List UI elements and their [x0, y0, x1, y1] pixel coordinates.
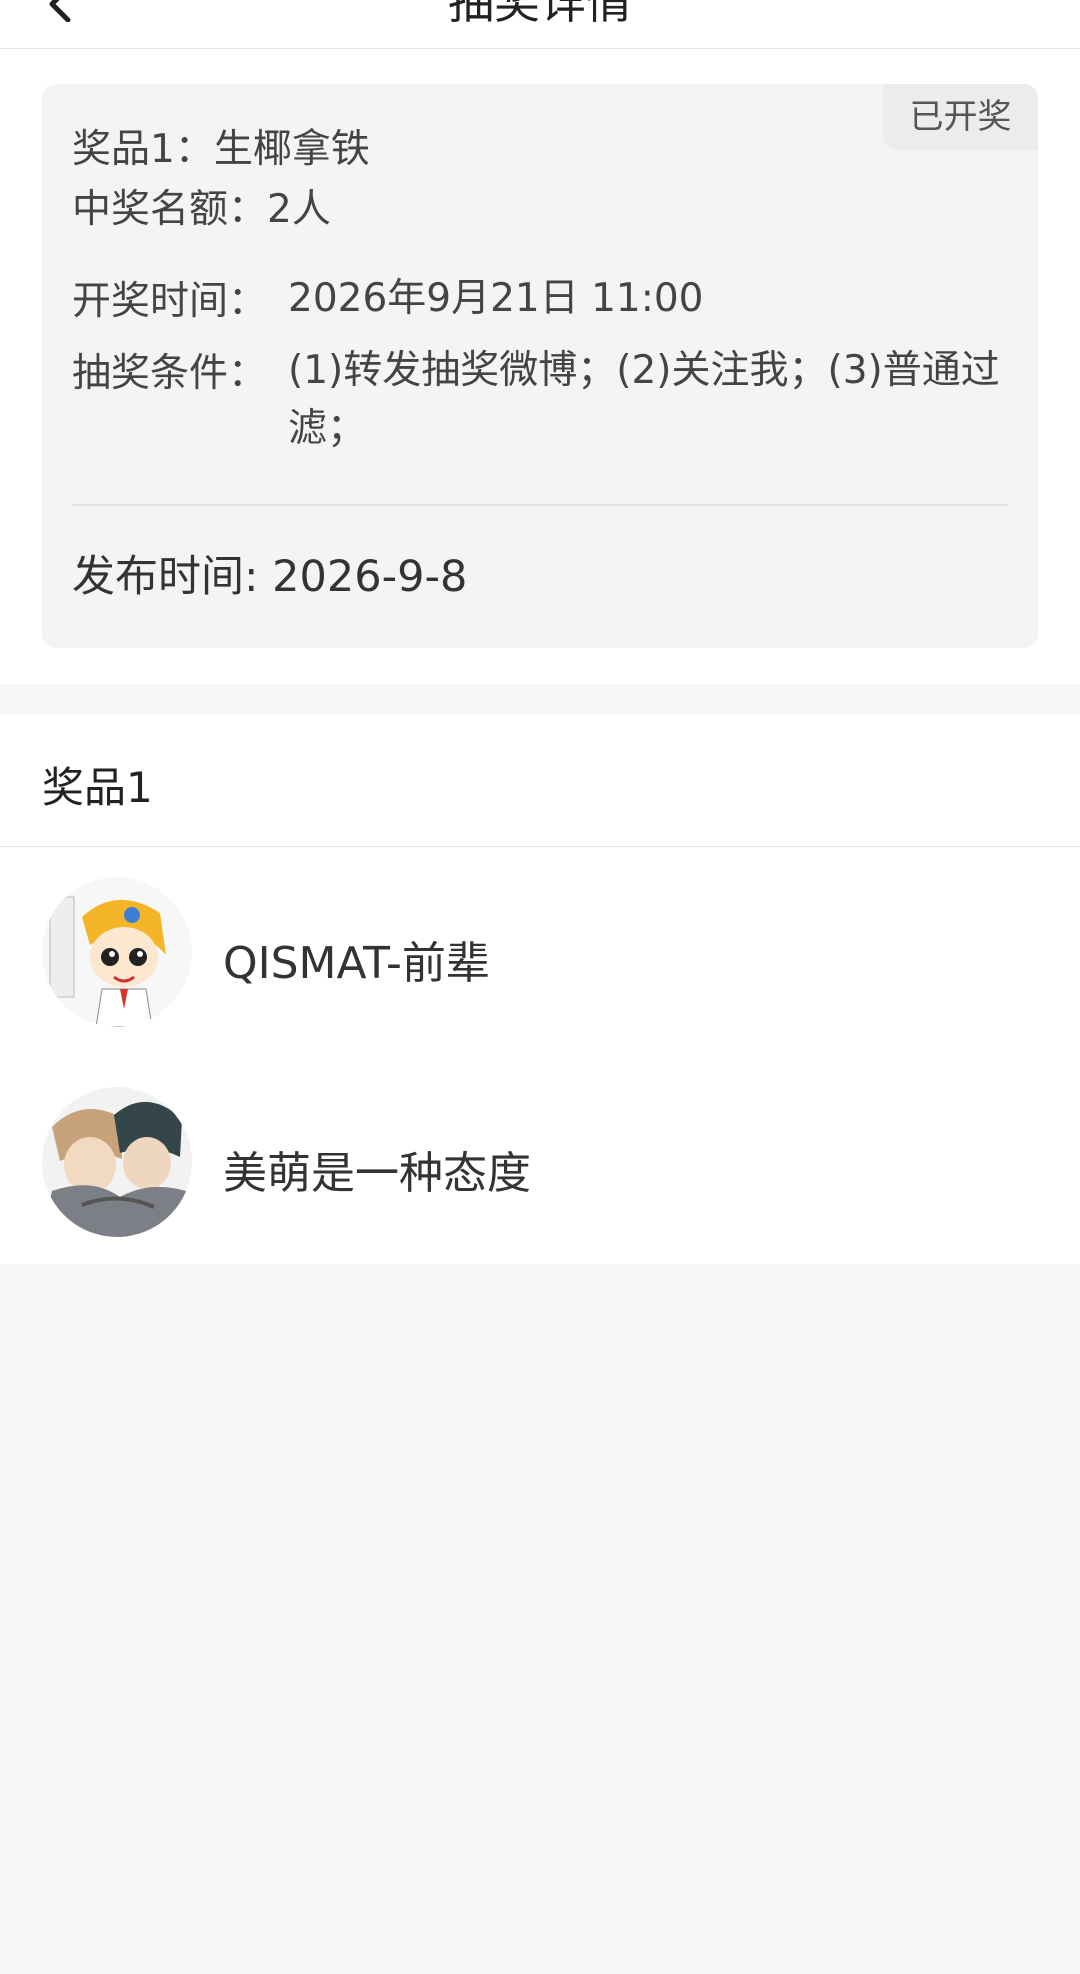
winner-name[interactable]: 美萌是一种态度 — [223, 1137, 531, 1201]
section-title: 奖品1 — [42, 763, 153, 812]
winner-name[interactable]: QISMAT-前辈 — [223, 927, 490, 991]
winner-item[interactable]: 美萌是一种态度 — [0, 1087, 1080, 1247]
conditions-label: 抽奖条件： — [72, 351, 268, 396]
prize-line: 奖品1：生椰拿铁 — [72, 127, 370, 172]
draw-time-label: 开奖时间： — [72, 279, 268, 324]
status-badge: 已开奖 — [883, 84, 1038, 150]
avatar[interactable] — [42, 1087, 192, 1237]
avatar[interactable] — [42, 877, 192, 1027]
lottery-info-card: 已开奖 奖品1：生椰拿铁 中奖名额：2人 开奖时间： 2026年9月21日 11… — [42, 84, 1038, 648]
draw-time-value: 2026年9月21日 11:00 — [288, 276, 704, 321]
publish-time: 发布时间: 2026-9-8 — [72, 552, 468, 602]
card-divider — [72, 504, 1008, 506]
top-nav-bar: 抽奖详情 — [0, 0, 1080, 49]
page-title: 抽奖详情 — [448, 0, 632, 29]
winners-section: 奖品1 QISMAT-前辈 美萌是一种态度 — [0, 714, 1080, 1264]
section-divider — [0, 846, 1080, 847]
winner-quota-line: 中奖名额：2人 — [72, 187, 331, 232]
conditions-value: (1)转发抽奖微博；(2)关注我；(3)普通过滤； — [288, 348, 1000, 451]
winner-item[interactable]: QISMAT-前辈 — [0, 877, 1080, 1037]
